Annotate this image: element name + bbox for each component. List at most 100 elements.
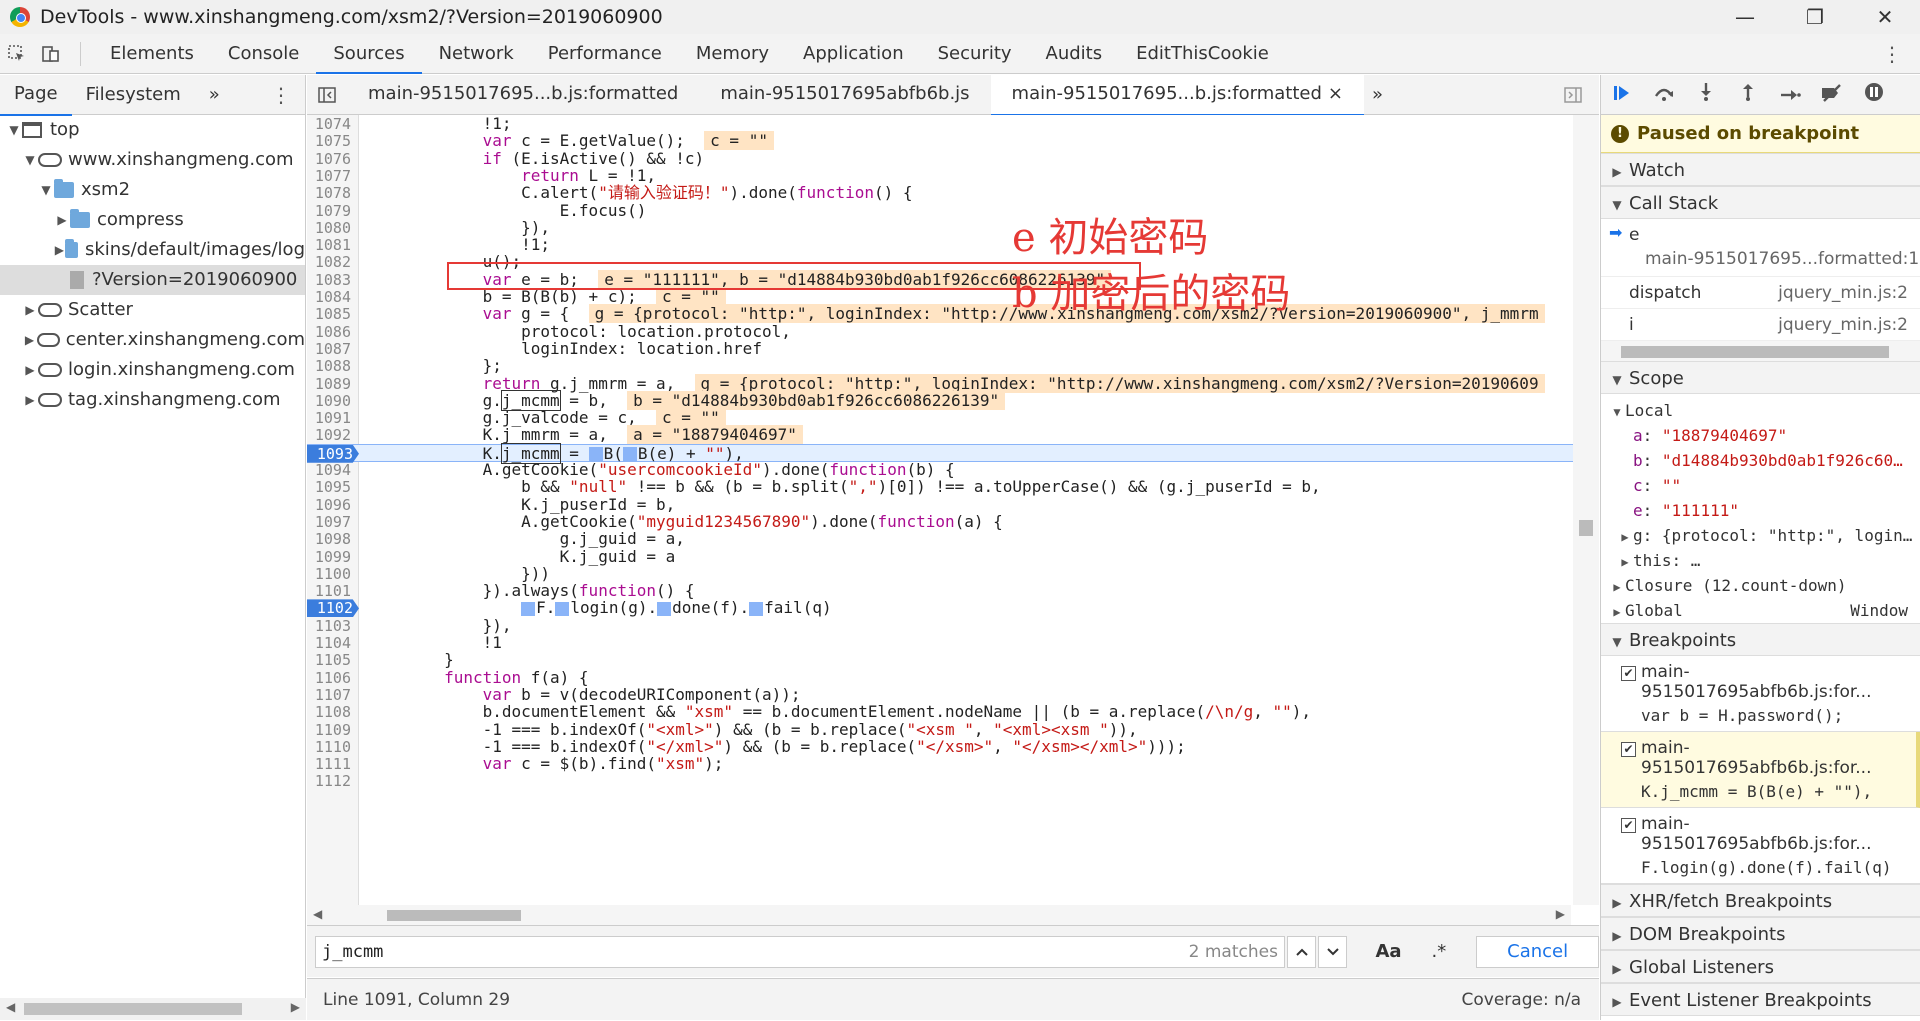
line-number[interactable]: 1106	[307, 669, 357, 687]
line-number[interactable]: 1086	[307, 323, 357, 341]
code-line[interactable]: 1106 function f(a) {	[307, 668, 1599, 687]
line-number[interactable]: 1098	[307, 530, 357, 548]
line-number[interactable]: 1074	[307, 115, 357, 133]
scope-var-this[interactable]: ▶ this: …	[1609, 548, 1920, 573]
line-number[interactable]: 1104	[307, 634, 357, 652]
call-frame[interactable]: ➡ emain-9515017695...formatted:1093	[1601, 219, 1920, 277]
toggle-navigator-icon[interactable]	[307, 75, 347, 115]
triangle-right-icon[interactable]: ▶	[22, 325, 37, 355]
line-number[interactable]: 1084	[307, 288, 357, 306]
step-out-button[interactable]	[1727, 82, 1769, 107]
code-line[interactable]: 1095 b && "null" !== b && (b = b.split("…	[307, 478, 1599, 497]
section-scope[interactable]: ▼ Scope	[1601, 361, 1920, 394]
code-line[interactable]: 1094 A.getCookie("usercomcookieId").done…	[307, 461, 1599, 480]
pause-on-exceptions-button[interactable]	[1853, 82, 1895, 107]
call-stack-scrollbar[interactable]	[1601, 341, 1920, 361]
local-variable[interactable]: c: ""	[1609, 473, 1920, 498]
breakpoint-item[interactable]: ✔ main-9515017695abfb6b.js:for... K.j_mcmm…	[1601, 732, 1920, 808]
navigator-scrollbar[interactable]: ◀ ▶	[0, 998, 306, 1020]
step-over-button[interactable]	[1643, 83, 1685, 107]
triangle-right-icon[interactable]: ▶	[54, 235, 65, 265]
scope-var-g[interactable]: ▶ g: {protocol: "http:", login…	[1609, 523, 1920, 548]
line-number[interactable]: 1080	[307, 219, 357, 237]
line-number[interactable]: 1111	[307, 755, 357, 773]
editor-tab[interactable]: main-9515017695...b.js:formatted ×	[990, 73, 1364, 116]
code-line[interactable]: 1104 !1	[307, 634, 1599, 653]
tree-item[interactable]: ?Version=2019060900	[0, 265, 305, 295]
navigator-menu-icon[interactable]: ⋮	[271, 75, 291, 115]
section-xhr-breakpoints[interactable]: ▶ XHR/fetch Breakpoints	[1601, 884, 1920, 917]
step-button[interactable]	[1769, 83, 1811, 107]
code-line[interactable]: 1111 var c = $(b).find("xsm");	[307, 755, 1599, 774]
code-line[interactable]: 1085 var g = { g = {protocol: "http:", l…	[307, 304, 1599, 324]
code-line[interactable]: 1103 }),	[307, 616, 1599, 635]
section-breakpoints[interactable]: ▼ Breakpoints	[1601, 623, 1920, 656]
line-number[interactable]: 1108	[307, 703, 357, 721]
tab-network[interactable]: Network	[422, 34, 531, 74]
code-line[interactable]: 1089 return g.j_mmrm = a, g = {protocol:…	[307, 373, 1599, 393]
navigator-scroll-thumb[interactable]	[24, 1003, 242, 1015]
tab-memory[interactable]: Memory	[679, 34, 786, 74]
deactivate-breakpoints-button[interactable]	[1811, 83, 1853, 107]
section-global-listeners[interactable]: ▶ Global Listeners	[1601, 950, 1920, 983]
code-hscroll-thumb[interactable]	[387, 910, 521, 921]
breakpoint-checkbox[interactable]: ✔	[1621, 818, 1636, 833]
code-line[interactable]: 1084 b = B(B(b) + c); c = ""	[307, 287, 1599, 306]
code-line[interactable]: 1112	[307, 772, 1599, 790]
code-line[interactable]: 1088 };	[307, 357, 1599, 376]
code-line[interactable]: 1074 !1;	[307, 115, 1599, 133]
tab-editthiscookie[interactable]: EditThisCookie	[1119, 34, 1286, 74]
maximize-button[interactable]: ❐	[1780, 0, 1850, 34]
local-variable[interactable]: a: "18879404697"	[1609, 423, 1920, 448]
code-editor[interactable]: 1074 !1; 1075 var c = E.getValue(); c = "…	[307, 115, 1599, 905]
code-line[interactable]: 1079 E.focus()	[307, 201, 1599, 220]
search-input[interactable]: j_mcmm 2 matches	[315, 935, 1285, 968]
scope-local[interactable]: ▼ Local	[1609, 398, 1920, 423]
code-line[interactable]: 1097 A.getCookie("myguid1234567890").don…	[307, 512, 1599, 531]
tab-performance[interactable]: Performance	[531, 34, 679, 74]
tab-security[interactable]: Security	[921, 34, 1029, 74]
triangle-right-icon[interactable]: ▶	[22, 355, 38, 385]
breakpoint-checkbox[interactable]: ✔	[1621, 742, 1636, 757]
close-tab-icon[interactable]: ×	[1328, 83, 1343, 104]
line-number[interactable]: 1105	[307, 651, 357, 669]
line-number[interactable]: 1076	[307, 150, 357, 168]
line-number[interactable]: 1089	[307, 375, 357, 393]
breakpoint-checkbox[interactable]: ✔	[1621, 666, 1636, 681]
line-number[interactable]: 1091	[307, 409, 357, 427]
line-number[interactable]: 1078	[307, 184, 357, 202]
triangle-right-icon[interactable]: ▶	[22, 295, 38, 325]
triangle-down-icon[interactable]: ▼	[6, 115, 22, 145]
tree-item[interactable]: ▶ center.xinshangmeng.com	[0, 325, 305, 355]
code-line[interactable]: 1110 -1 === b.indexOf("</xml>") && (b = …	[307, 737, 1599, 756]
line-number[interactable]: 1092	[307, 426, 357, 444]
toggle-debugger-icon[interactable]	[1553, 75, 1593, 115]
line-number[interactable]: 1100	[307, 565, 357, 583]
more-options-icon[interactable]: ⋮	[1882, 42, 1902, 66]
code-line[interactable]: 1099 K.j_guid = a	[307, 547, 1599, 566]
line-number[interactable]: 1077	[307, 167, 357, 185]
line-number[interactable]: 1096	[307, 496, 357, 514]
tab-sources[interactable]: Sources	[316, 34, 422, 74]
tree-item[interactable]: ▶ login.xinshangmeng.com	[0, 355, 305, 385]
tab-page[interactable]: Page	[0, 74, 72, 116]
section-watch[interactable]: ▶ Watch	[1601, 153, 1920, 186]
code-scroll-left-icon[interactable]: ◀	[313, 907, 322, 921]
match-case-button[interactable]: Aa	[1375, 941, 1401, 962]
code-line[interactable]: 1081 !1;	[307, 236, 1599, 255]
code-line[interactable]: 1109 -1 === b.indexOf("<xml>") && (b = b…	[307, 720, 1599, 739]
line-number[interactable]: 1079	[307, 202, 357, 220]
line-number[interactable]: 1094	[307, 461, 357, 479]
line-number[interactable]: 1103	[307, 617, 357, 635]
code-vertical-scrollbar[interactable]	[1573, 115, 1599, 905]
search-prev-button[interactable]	[1286, 935, 1317, 968]
search-next-button[interactable]	[1318, 935, 1348, 968]
tree-item[interactable]: ▶ skins/default/images/log	[0, 235, 305, 265]
line-number[interactable]: 1090	[307, 392, 357, 410]
device-toggle-icon[interactable]	[34, 34, 68, 74]
code-line[interactable]: 1086 protocol: location.protocol,	[307, 322, 1599, 341]
line-number[interactable]: 1088	[307, 357, 357, 375]
breakpoint-item[interactable]: ✔ main-9515017695abfb6b.js:for... var b = …	[1601, 656, 1920, 732]
triangle-right-icon[interactable]: ▶	[22, 385, 38, 415]
breakpoint-item[interactable]: ✔ main-9515017695abfb6b.js:for... F.login(…	[1601, 808, 1920, 884]
